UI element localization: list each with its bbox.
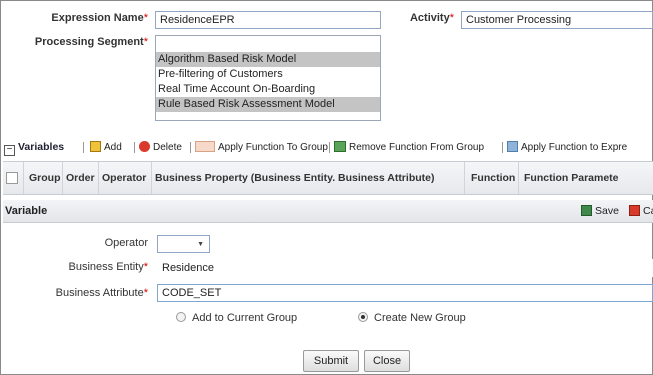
select-all-icon[interactable] [6, 172, 18, 184]
save-icon [581, 205, 592, 216]
business-attribute-field[interactable]: CODE_SET [157, 284, 653, 302]
add-icon [90, 141, 101, 152]
column-header[interactable]: Business Property (Business Entity. Busi… [155, 172, 434, 184]
collapse-icon: − [4, 145, 15, 156]
processing-segment-label: Processing Segment* [34, 36, 148, 48]
variables-collapse-toggle[interactable]: − Variables [4, 141, 64, 156]
remove-function-icon [334, 141, 346, 152]
column-header[interactable]: Group [29, 172, 61, 184]
operator-select[interactable]: ▼ [157, 235, 210, 253]
processing-segment-option[interactable]: Rule Based Risk Assessment Model [156, 97, 380, 112]
toolbar-separator [134, 142, 135, 153]
business-entity-label: Business Entity* [68, 261, 148, 273]
function-icon [195, 141, 215, 152]
column-separator [464, 162, 465, 194]
toolbar-separator [502, 142, 503, 153]
toolbar-separator [190, 142, 191, 153]
column-separator [98, 162, 99, 194]
column-separator [151, 162, 152, 194]
variable-panel-title: Variable [5, 205, 48, 217]
variables-grid-header: Group Order Operator Business Property (… [3, 161, 653, 195]
expression-name-label: Expression Name* [51, 12, 148, 24]
processing-segment-listbox[interactable]: Algorithm Based Risk Model Pre-filtering… [155, 35, 381, 121]
column-header[interactable]: Order [66, 172, 95, 184]
activity-field[interactable]: Customer Processing [461, 11, 653, 29]
business-entity-field: Residence [157, 259, 653, 277]
business-attribute-label: Business Attribute* [55, 287, 148, 299]
delete-icon [139, 141, 150, 152]
dropdown-arrow-icon: ▼ [197, 241, 204, 248]
column-separator [518, 162, 519, 194]
remove-function-group-button[interactable]: Remove Function From Group [334, 141, 484, 153]
variable-panel-header: Variable Save Ca [3, 200, 653, 223]
apply-function-expression-button[interactable]: Apply Function to Expre [507, 141, 627, 153]
toolbar-separator [83, 142, 84, 153]
processing-segment-option[interactable]: Pre-filtering of Customers [156, 67, 380, 82]
activity-label: Activity* [409, 12, 454, 24]
processing-segment-option[interactable]: Real Time Account On-Boarding [156, 82, 380, 97]
processing-segment-option[interactable]: Algorithm Based Risk Model [156, 52, 380, 67]
cancel-icon [629, 205, 640, 216]
column-header[interactable]: Function Paramete [524, 172, 619, 184]
column-separator [62, 162, 63, 194]
radio-selected-icon [358, 312, 368, 322]
column-separator [23, 162, 24, 194]
cancel-button[interactable]: Ca [629, 205, 653, 217]
apply-function-group-button[interactable]: Apply Function To Group [195, 141, 328, 153]
expression-name-field[interactable]: ResidenceEPR [155, 11, 381, 29]
close-button[interactable]: Close [364, 350, 410, 372]
operator-label: Operator [104, 237, 148, 249]
toolbar-separator [329, 142, 330, 153]
radio-unselected-icon [176, 312, 186, 322]
add-to-current-group-radio[interactable]: Add to Current Group [176, 312, 297, 324]
column-header[interactable]: Operator [102, 172, 146, 184]
add-button[interactable]: Add [90, 141, 122, 153]
create-new-group-radio[interactable]: Create New Group [358, 312, 466, 324]
save-button[interactable]: Save [581, 205, 619, 217]
variables-toolbar: − Variables Add Delete Apply Function To … [0, 138, 653, 158]
submit-button[interactable]: Submit [303, 350, 359, 372]
delete-button[interactable]: Delete [139, 141, 182, 153]
function-expression-icon [507, 141, 518, 152]
column-header[interactable]: Function [471, 172, 515, 184]
